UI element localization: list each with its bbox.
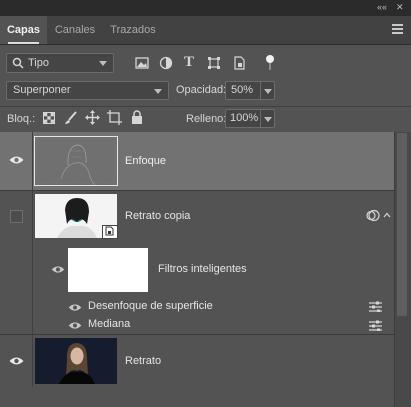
opacity-field[interactable]: 50% bbox=[225, 81, 275, 100]
lock-all-icon[interactable] bbox=[131, 110, 143, 124]
visibility-toggle[interactable] bbox=[0, 132, 33, 190]
lock-transparent-icon[interactable] bbox=[43, 112, 55, 124]
lock-image-icon[interactable] bbox=[64, 111, 78, 125]
smart-filter-row[interactable]: Mediana bbox=[0, 317, 394, 334]
chevron-down-icon[interactable] bbox=[264, 117, 272, 122]
eye-icon[interactable] bbox=[68, 321, 82, 330]
visibility-toggle[interactable] bbox=[0, 335, 33, 387]
opacity-value: 50% bbox=[231, 84, 254, 96]
layer-thumbnail bbox=[35, 338, 117, 384]
tab-canales[interactable]: Canales bbox=[50, 16, 100, 44]
hamburger-icon[interactable] bbox=[392, 24, 403, 34]
opacity-label: Opacidad: bbox=[176, 84, 227, 96]
eye-icon bbox=[9, 156, 24, 164]
chevron-down-icon bbox=[99, 61, 107, 66]
indent-column bbox=[0, 241, 33, 297]
panel-title-strip bbox=[0, 0, 411, 16]
tab-capas[interactable]: Capas bbox=[0, 16, 47, 44]
image-filter-icon[interactable] bbox=[135, 56, 149, 70]
filter-name[interactable]: Desenfoque de superficie bbox=[88, 300, 213, 312]
hidden-visibility-box bbox=[10, 210, 23, 223]
chevron-down-icon[interactable] bbox=[264, 89, 272, 94]
scrollbar-thumb[interactable] bbox=[397, 133, 407, 316]
smart-object-badge-icon bbox=[102, 225, 118, 239]
eye-icon bbox=[9, 357, 24, 365]
type-filter-icon[interactable]: T bbox=[184, 54, 194, 71]
layer-kind-filter-select[interactable]: Tipo bbox=[6, 53, 114, 73]
layer-name[interactable]: Retrato bbox=[125, 355, 161, 367]
layer-row-enfoque[interactable]: Enfoque bbox=[0, 132, 394, 190]
divider bbox=[0, 106, 411, 107]
fill-field[interactable]: 100% bbox=[225, 109, 275, 128]
layer-name[interactable]: Enfoque bbox=[125, 155, 166, 167]
eye-icon[interactable] bbox=[51, 265, 65, 274]
collapse-panel-icon[interactable]: «« bbox=[377, 2, 387, 12]
layer-thumbnail bbox=[34, 136, 118, 186]
indent-column bbox=[0, 297, 33, 317]
smart-object-filter-icon[interactable] bbox=[232, 56, 246, 70]
filter-toggle-icon[interactable] bbox=[265, 55, 275, 71]
tab-trazados[interactable]: Trazados bbox=[104, 16, 162, 44]
filter-name[interactable]: Mediana bbox=[88, 318, 130, 330]
shape-filter-icon[interactable] bbox=[207, 56, 221, 70]
close-panel-icon[interactable]: ✕ bbox=[396, 2, 404, 13]
chevron-up-icon[interactable] bbox=[383, 212, 391, 218]
lock-position-icon[interactable] bbox=[85, 110, 100, 125]
filter-mask-thumbnail[interactable] bbox=[68, 248, 148, 292]
layer-name[interactable]: Retrato copia bbox=[125, 210, 190, 222]
blend-mode-select[interactable]: Superponer bbox=[6, 81, 169, 100]
layer-kind-label: Tipo bbox=[28, 57, 49, 69]
eye-icon[interactable] bbox=[68, 303, 82, 312]
visibility-toggle[interactable] bbox=[0, 191, 33, 241]
smart-filter-effects-icon[interactable] bbox=[366, 209, 380, 222]
panel-tab-bar: Capas Canales Trazados bbox=[0, 16, 411, 45]
layer-row-retrato[interactable]: Retrato bbox=[0, 335, 394, 387]
filter-blending-options-icon[interactable] bbox=[369, 301, 382, 312]
smart-filters-label[interactable]: Filtros inteligentes bbox=[158, 263, 247, 275]
search-icon bbox=[12, 57, 24, 69]
lock-label: Bloq.: bbox=[7, 113, 36, 125]
blend-mode-value: Superponer bbox=[13, 84, 71, 96]
chevron-down-icon bbox=[154, 89, 162, 94]
filter-blending-options-icon[interactable] bbox=[369, 320, 382, 331]
layer-row-retrato-copia[interactable]: Retrato copia bbox=[0, 191, 394, 241]
adjustment-filter-icon[interactable] bbox=[159, 56, 173, 70]
indent-column bbox=[0, 317, 33, 334]
lock-artboard-icon[interactable] bbox=[107, 110, 122, 125]
fill-value: 100% bbox=[230, 112, 259, 124]
smart-filters-row[interactable]: Filtros inteligentes bbox=[0, 241, 394, 297]
fill-label: Relleno: bbox=[186, 113, 227, 125]
smart-filter-row[interactable]: Desenfoque de superficie bbox=[0, 297, 394, 317]
